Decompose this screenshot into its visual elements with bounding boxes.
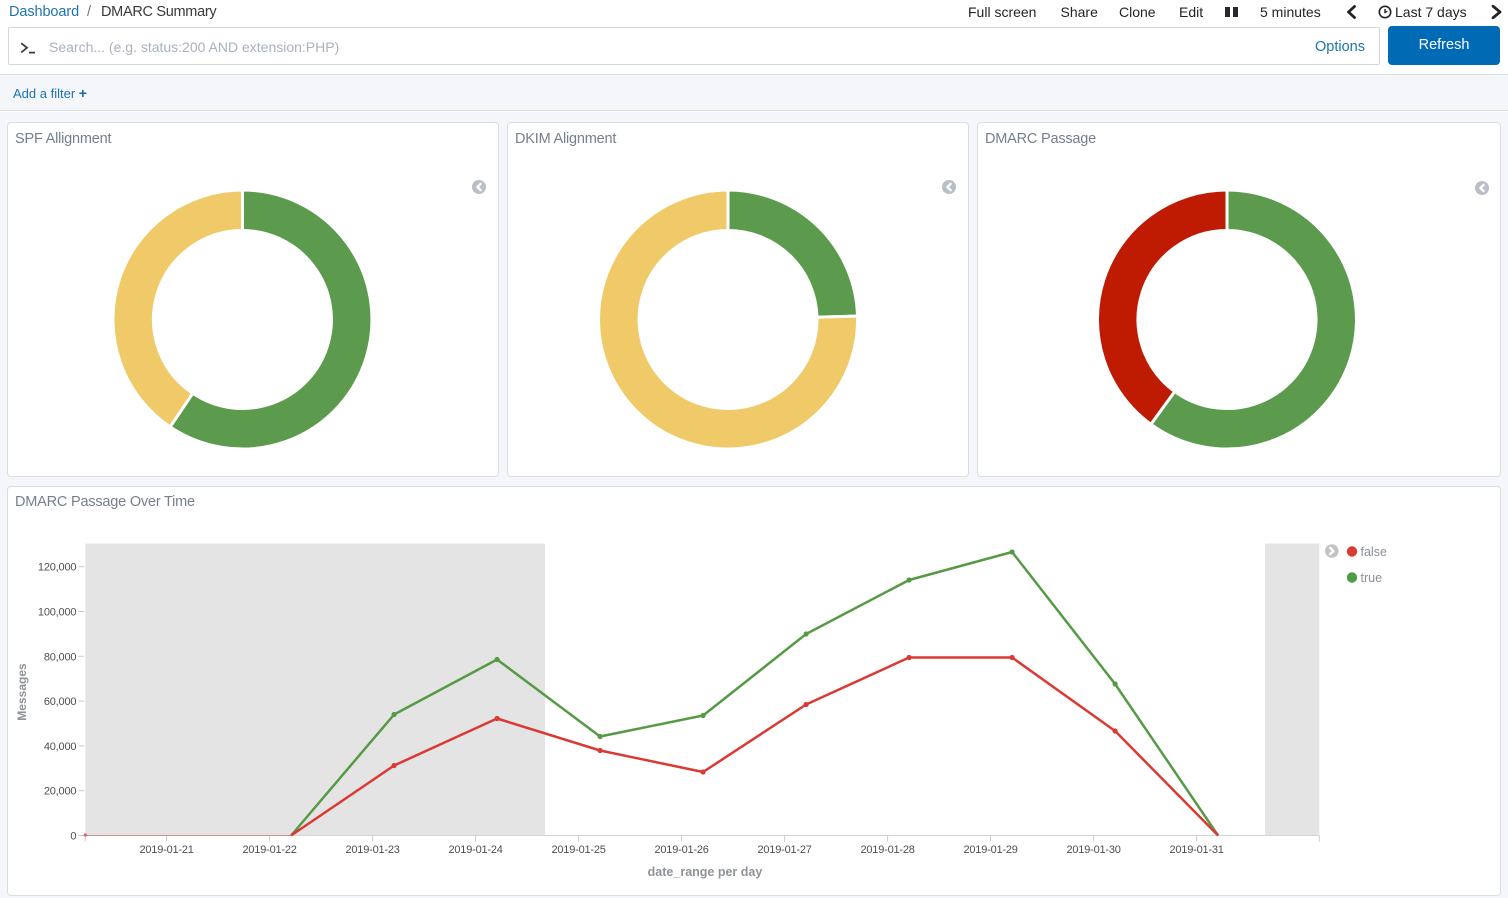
svg-text:2019-01-21: 2019-01-21 [139,844,193,856]
svg-text:2019-01-27: 2019-01-27 [757,844,811,856]
svg-text:true: true [1361,571,1383,585]
svg-text:2019-01-30: 2019-01-30 [1066,844,1120,856]
svg-text:date_range per day: date_range per day [648,865,763,879]
svg-text:2019-01-25: 2019-01-25 [551,844,605,856]
svg-text:2019-01-22: 2019-01-22 [242,844,296,856]
svg-text:2019-01-28: 2019-01-28 [860,844,914,856]
svg-text:0: 0 [70,831,76,843]
svg-text:2019-01-29: 2019-01-29 [963,844,1017,856]
svg-text:2019-01-26: 2019-01-26 [654,844,708,856]
svg-text:Messages: Messages [15,663,29,721]
svg-text:false: false [1361,545,1387,559]
svg-text:20,000: 20,000 [44,786,77,798]
svg-text:2019-01-23: 2019-01-23 [345,844,399,856]
svg-text:120,000: 120,000 [38,562,76,574]
svg-text:2019-01-24: 2019-01-24 [448,844,502,856]
svg-text:100,000: 100,000 [38,607,76,619]
svg-text:80,000: 80,000 [44,651,77,663]
svg-text:40,000: 40,000 [44,741,77,753]
svg-text:60,000: 60,000 [44,696,77,708]
svg-text:2019-01-31: 2019-01-31 [1169,844,1223,856]
